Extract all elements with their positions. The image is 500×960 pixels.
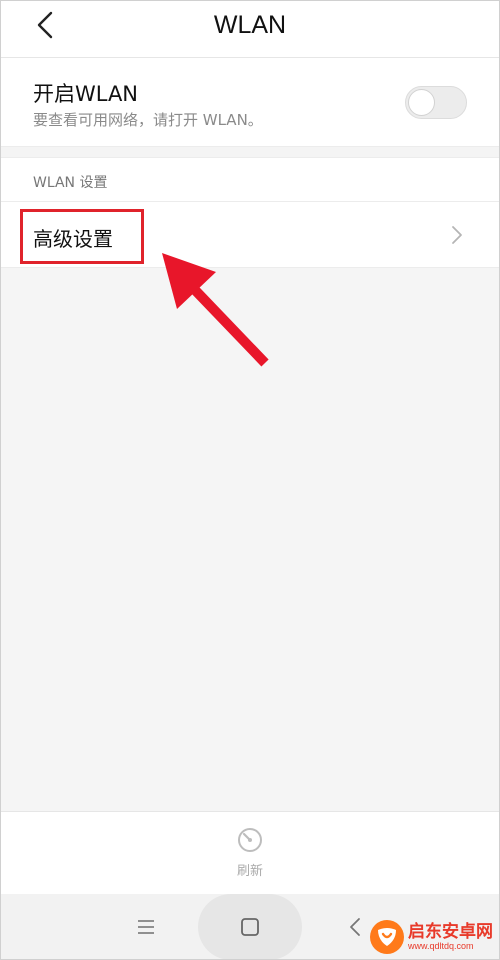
chevron-right-icon	[452, 226, 462, 244]
section-divider	[0, 146, 500, 158]
app-header: WLAN	[0, 0, 500, 58]
refresh-label: 刷新	[236, 864, 263, 879]
section-header: WLAN 设置	[0, 158, 500, 202]
refresh-icon	[238, 828, 262, 852]
wlan-toggle-title: 开启WLAN	[33, 82, 139, 106]
advanced-settings-label: 高级设置	[33, 227, 113, 251]
advanced-settings-item[interactable]: 高级设置	[0, 202, 500, 268]
nav-back-icon	[350, 918, 360, 936]
switch-knob	[408, 89, 435, 116]
bottom-action-bar: 刷新	[0, 811, 500, 894]
square-home-icon	[241, 918, 259, 936]
refresh-button[interactable]: 刷新	[224, 826, 276, 886]
section-label: WLAN 设置	[33, 175, 108, 191]
wlan-switch[interactable]	[405, 86, 467, 119]
menu-icon	[138, 920, 154, 934]
system-nav-bar	[0, 894, 500, 960]
home-button[interactable]	[198, 894, 302, 960]
wlan-toggle-subtitle: 要查看可用网络，请打开 WLAN。	[33, 111, 263, 129]
nav-back-button[interactable]	[340, 912, 370, 942]
menu-button[interactable]	[128, 912, 164, 942]
page-title: WLAN	[213, 11, 287, 39]
content-area	[0, 268, 500, 812]
